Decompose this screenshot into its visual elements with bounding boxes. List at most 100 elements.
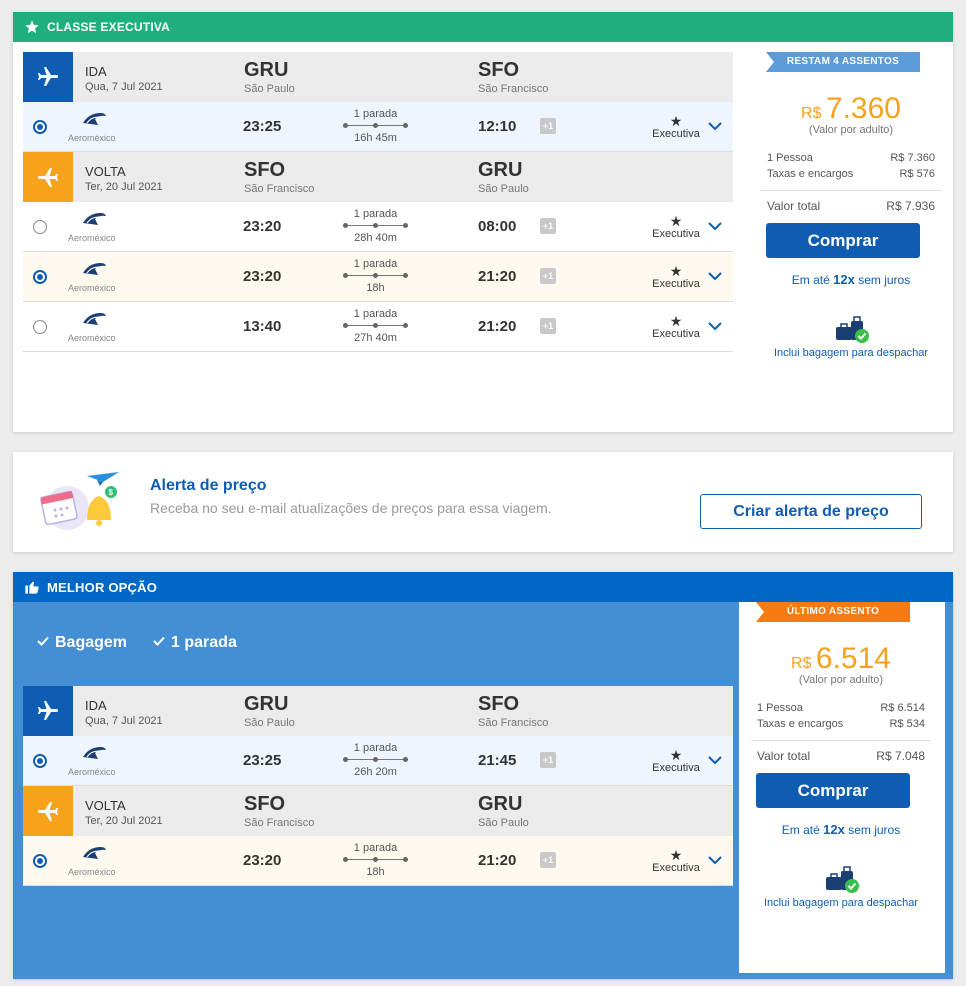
stops-label: 1 parada xyxy=(353,308,398,320)
flight-card-executive: CLASSE EXECUTIVA IDA Qua, 7 Jul 2021 GRU… xyxy=(13,12,953,432)
flight-card-best-option: MELHOR OPÇÃO Bagagem 1 parada IDA Qua, 7… xyxy=(13,572,953,979)
flight-option-row[interactable]: Aeroméxico 23:20 1 parada 18h 21:20 +1 ★… xyxy=(23,252,733,302)
destination-code: GRU xyxy=(478,793,523,815)
chevron-down-icon[interactable] xyxy=(707,853,723,867)
cabin-label: Executiva xyxy=(652,228,700,240)
stops-label: 1 parada xyxy=(353,742,398,754)
airline-logo-icon xyxy=(81,261,107,277)
svg-text:$: $ xyxy=(109,488,114,497)
arrival-time: 08:00 xyxy=(478,218,517,235)
flight-duration: 18h xyxy=(366,282,385,294)
cabin-label: Executiva xyxy=(652,862,700,874)
destination-city: São Paulo xyxy=(478,183,529,195)
installments-link[interactable]: Em até 12x sem juros xyxy=(761,272,941,287)
price-note: (Valor por adulto) xyxy=(808,124,894,136)
alert-title: Alerta de preço xyxy=(150,477,267,494)
flight-duration: 28h 40m xyxy=(354,232,397,244)
departure-time: 23:20 xyxy=(243,218,282,235)
total-label: Valor total xyxy=(757,749,811,763)
flight-duration: 16h 45m xyxy=(354,132,397,144)
airline-name: Aeroméxico xyxy=(68,333,116,343)
price-alert-illustration: $ xyxy=(40,472,119,530)
departure-time: 13:40 xyxy=(243,318,282,335)
flight-option-row[interactable]: Aeroméxico 23:25 1 parada 26h 20m 21:45 … xyxy=(23,736,733,786)
calendar-plus-icon: +1 xyxy=(540,218,556,234)
origin-city: São Francisco xyxy=(244,817,315,829)
origin-code: SFO xyxy=(244,793,286,815)
stops-label: 1 parada xyxy=(353,108,398,120)
flight-option-row[interactable]: Aeroméxico 23:25 1 parada 16h 45m 12:10 … xyxy=(23,102,733,152)
pessoa-label: 1 Pessoa xyxy=(767,152,813,164)
taxas-label: Taxas e encargos xyxy=(757,718,844,730)
price-note: (Valor por adulto) xyxy=(798,674,884,686)
stops-label: 1 parada xyxy=(353,258,398,270)
chevron-down-icon[interactable] xyxy=(707,319,723,333)
buy-button[interactable]: Comprar xyxy=(766,223,920,258)
flight-select-radio[interactable] xyxy=(33,220,47,234)
flight-option-row[interactable]: Aeroméxico 13:40 1 parada 27h 40m 21:20 … xyxy=(23,302,733,352)
price-box: RESTAM 4 ASSENTOS R$ 7.360 (Valor por ad… xyxy=(761,52,941,359)
flight-option-row[interactable]: Aeroméxico 23:20 1 parada 18h 21:20 +1 ★… xyxy=(23,836,733,886)
leg-date: Qua, 7 Jul 2021 xyxy=(85,81,163,93)
cabin-label: Executiva xyxy=(652,278,700,290)
calendar-plus-icon: +1 xyxy=(540,268,556,284)
taxas-value: R$ 534 xyxy=(889,718,925,730)
banner-best-option: MELHOR OPÇÃO xyxy=(13,572,953,602)
departure-time: 23:20 xyxy=(243,852,282,869)
chevron-down-icon[interactable] xyxy=(707,753,723,767)
total-label: Valor total xyxy=(767,199,821,213)
flight-option-row[interactable]: Aeroméxico 23:20 1 parada 28h 40m 08:00 … xyxy=(23,202,733,252)
cabin-label: Executiva xyxy=(652,128,700,140)
chevron-down-icon[interactable] xyxy=(707,119,723,133)
airline-name: Aeroméxico xyxy=(68,233,116,243)
price-amount: 6.514 xyxy=(815,642,891,675)
flights-list: IDA Qua, 7 Jul 2021 GRU São Paulo SFO Sã… xyxy=(23,52,733,352)
airline-logo-icon xyxy=(81,311,107,327)
flight-duration: 27h 40m xyxy=(354,332,397,344)
stops-info: 1 parada 27h 40m xyxy=(343,308,408,344)
plane-return-icon xyxy=(23,152,73,202)
flight-select-radio[interactable] xyxy=(33,120,47,134)
price-total: Valor total R$ 7.936 xyxy=(761,190,941,213)
destination-code: GRU xyxy=(478,159,523,181)
flight-select-radio[interactable] xyxy=(33,854,47,868)
flight-select-radio[interactable] xyxy=(33,754,47,768)
leg-type: VOLTA xyxy=(85,164,126,179)
installments-link[interactable]: Em até 12x sem juros xyxy=(751,822,931,837)
taxas-label: Taxas e encargos xyxy=(767,168,854,180)
alert-subtitle: Receba no seu e-mail atualizações de pre… xyxy=(150,500,552,516)
destination-city: São Francisco xyxy=(478,83,549,95)
stops-info: 1 parada 18h xyxy=(343,842,408,878)
calendar-plus-icon: +1 xyxy=(540,852,556,868)
price-breakdown: 1 Pessoa R$ 6.514 Taxas e encargos R$ 534 xyxy=(751,700,931,732)
flight-duration: 26h 20m xyxy=(354,766,397,778)
cabin-label: Executiva xyxy=(652,762,700,774)
plane-depart-icon xyxy=(23,686,73,736)
price-per-adult: R$ 7.360 xyxy=(761,92,941,126)
price-currency: R$ xyxy=(791,655,812,672)
feature-tags: Bagagem 1 parada xyxy=(37,634,237,652)
buy-button[interactable]: Comprar xyxy=(756,773,910,808)
stops-info: 1 parada 16h 45m xyxy=(343,108,408,144)
flight-select-radio[interactable] xyxy=(33,320,47,334)
stops-info: 1 parada 18h xyxy=(343,258,408,294)
calendar-plus-icon: +1 xyxy=(540,118,556,134)
stops-info: 1 parada 28h 40m xyxy=(343,208,408,244)
origin-code: GRU xyxy=(244,693,289,715)
flight-select-radio[interactable] xyxy=(33,270,47,284)
pessoa-label: 1 Pessoa xyxy=(757,702,803,714)
cabin-class: ★ Executiva xyxy=(651,748,701,774)
create-price-alert-button[interactable]: Criar alerta de preço xyxy=(700,494,922,529)
star-icon: ★ xyxy=(669,213,683,229)
outbound-leg-header: IDA Qua, 7 Jul 2021 GRU São Paulo SFO Sã… xyxy=(23,52,733,102)
stops-label: 1 parada xyxy=(353,842,398,854)
flights-list: IDA Qua, 7 Jul 2021 GRU São Paulo SFO Sã… xyxy=(23,686,733,886)
arrival-time: 12:10 xyxy=(478,118,517,135)
stops-line xyxy=(343,322,408,330)
baggage-included-text: Inclui bagagem para despachar xyxy=(763,897,919,909)
destination-code: SFO xyxy=(478,59,520,81)
chevron-down-icon[interactable] xyxy=(707,219,723,233)
chevron-down-icon[interactable] xyxy=(707,269,723,283)
departure-time: 23:25 xyxy=(243,118,282,135)
banner-executive-class: CLASSE EXECUTIVA xyxy=(13,12,953,42)
